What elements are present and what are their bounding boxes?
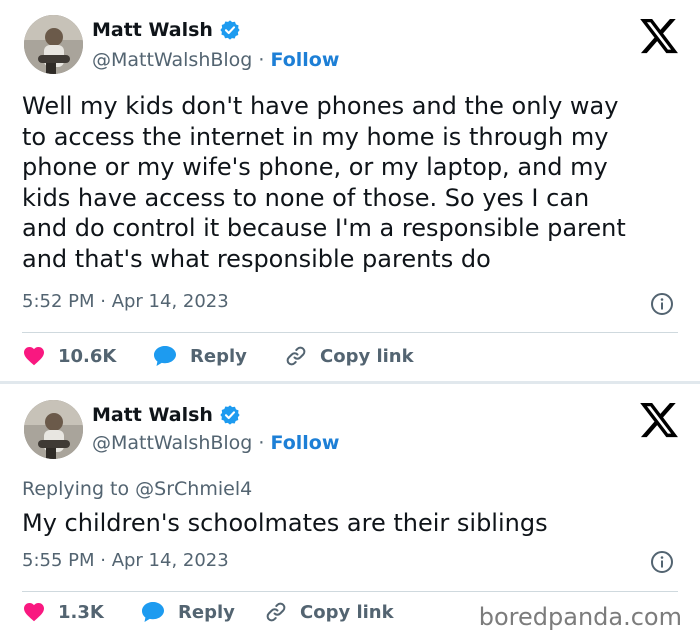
tweet-card: Matt Walsh @MattWalshBlog · Follow Reply…	[0, 384, 700, 639]
verified-badge-icon	[220, 405, 240, 425]
reply-label: Reply	[178, 601, 235, 623]
tweet-timestamp[interactable]: 5:52 PM · Apr 14, 2023	[22, 291, 229, 312]
copy-link-label: Copy link	[320, 345, 414, 367]
like-button[interactable]: 1.3K	[22, 600, 140, 624]
like-count: 10.6K	[58, 345, 117, 367]
author-name-row: Matt Walsh	[92, 19, 241, 41]
author-handle-row: @MattWalshBlog · Follow	[92, 432, 339, 454]
replying-to: Replying to @SrChmiel4	[22, 478, 252, 500]
author-name[interactable]: Matt Walsh	[92, 19, 213, 41]
tweet-actions: 10.6K Reply Copy link	[22, 344, 414, 368]
heart-icon	[24, 603, 44, 622]
replying-to-prefix: Replying to	[22, 478, 136, 500]
verified-badge-icon	[220, 20, 240, 40]
author-handle[interactable]: @MattWalshBlog	[92, 432, 252, 454]
watermark: boredpanda.com	[478, 603, 682, 631]
reply-button[interactable]: Reply	[152, 344, 284, 368]
reply-button[interactable]: Reply	[140, 600, 264, 624]
info-icon[interactable]	[650, 292, 674, 316]
replying-to-mention[interactable]: @SrChmiel4	[135, 478, 252, 500]
reply-label: Reply	[190, 345, 247, 367]
follow-button[interactable]: Follow	[271, 49, 340, 71]
tweet-card: Matt Walsh @MattWalshBlog · Follow Well …	[0, 0, 700, 381]
like-button[interactable]: 10.6K	[22, 344, 152, 368]
info-icon[interactable]	[650, 550, 674, 574]
reply-bubble-icon	[142, 602, 164, 622]
x-logo-icon[interactable]	[638, 399, 680, 441]
like-count: 1.3K	[58, 601, 104, 623]
tweet-body: Well my kids don't have phones and the o…	[22, 92, 626, 273]
author-name[interactable]: Matt Walsh	[92, 404, 213, 426]
copy-link-button[interactable]: Copy link	[284, 344, 414, 368]
author-handle[interactable]: @MattWalshBlog	[92, 49, 252, 71]
x-logo-icon[interactable]	[638, 15, 680, 57]
avatar[interactable]	[24, 15, 83, 74]
divider	[22, 591, 678, 592]
heart-icon	[24, 347, 44, 366]
tweet-actions: 1.3K Reply Copy link	[22, 600, 394, 624]
handle-separator: ·	[252, 49, 271, 71]
copy-link-button[interactable]: Copy link	[264, 600, 394, 624]
link-icon	[266, 602, 286, 622]
divider	[22, 332, 678, 333]
author-name-row: Matt Walsh	[92, 404, 241, 426]
reply-bubble-icon	[154, 346, 176, 366]
link-icon	[286, 346, 306, 366]
avatar[interactable]	[24, 400, 83, 459]
copy-link-label: Copy link	[300, 601, 394, 623]
tweet-timestamp[interactable]: 5:55 PM · Apr 14, 2023	[22, 550, 229, 571]
follow-button[interactable]: Follow	[271, 432, 340, 454]
author-handle-row: @MattWalshBlog · Follow	[92, 49, 339, 71]
tweet-body: My children's schoolmates are their sibl…	[22, 509, 548, 537]
handle-separator: ·	[252, 432, 271, 454]
